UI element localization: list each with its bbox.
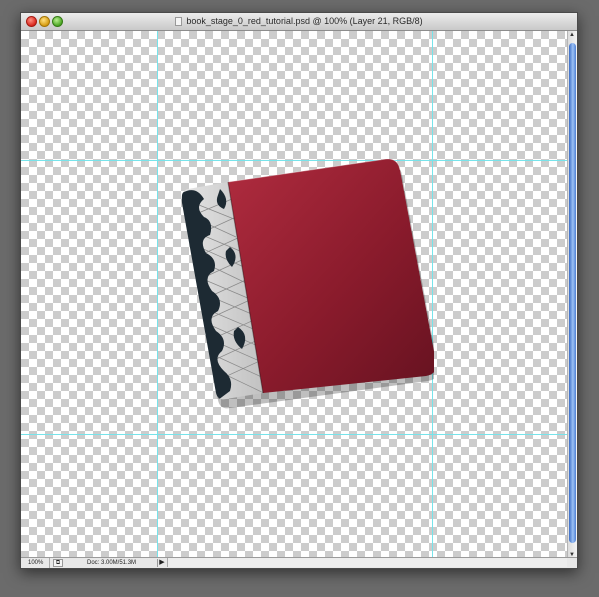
scroll-up-icon[interactable]: ▲ <box>569 32 575 38</box>
window-title: book_stage_0_red_tutorial.psd @ 100% (La… <box>186 16 423 26</box>
status-menu-arrow-icon[interactable]: ▶ <box>157 559 166 567</box>
title-bar[interactable]: book_stage_0_red_tutorial.psd @ 100% (La… <box>21 13 577 31</box>
photoshop-document-window: book_stage_0_red_tutorial.psd @ 100% (La… <box>20 12 578 569</box>
document-canvas[interactable] <box>21 31 569 568</box>
zoom-preview-icon[interactable]: ⧉ <box>53 559 63 567</box>
status-bar: 100% ⧉ Doc: 3.00M/51.3M ▶ <box>21 557 577 568</box>
horizontal-scrollbar[interactable] <box>167 558 567 567</box>
document-icon <box>175 17 183 26</box>
book-illustration[interactable] <box>174 159 434 409</box>
vertical-scrollbar[interactable]: ▲ ▼ <box>567 31 577 559</box>
guide-horizontal-bottom[interactable] <box>21 434 569 435</box>
window-title-container: book_stage_0_red_tutorial.psd @ 100% (La… <box>21 15 577 28</box>
document-size-info: Doc: 3.00M/51.3M <box>87 560 137 566</box>
scroll-thumb[interactable] <box>569 43 576 543</box>
book-cover <box>228 159 434 393</box>
guide-vertical-left[interactable] <box>157 31 158 568</box>
zoom-level[interactable]: 100% <box>24 558 50 568</box>
